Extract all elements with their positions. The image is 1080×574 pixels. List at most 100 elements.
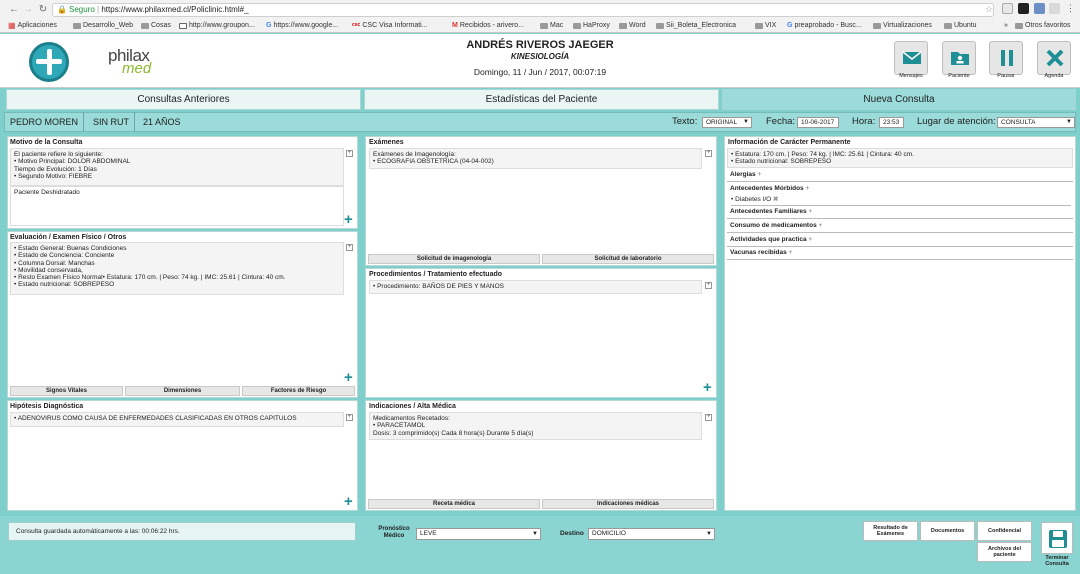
lugar-select[interactable]: CONSULTA ▼ — [997, 117, 1075, 128]
back-arrow-icon[interactable]: ← — [8, 3, 20, 16]
remove-icon[interactable]: ✖ — [773, 196, 778, 203]
bookmark-apps[interactable]: ▦ Aplicaciones — [8, 19, 57, 32]
section-consumo-medicamentos[interactable]: Consumo de medicamentos + — [727, 220, 1073, 233]
ext-icon[interactable] — [1018, 3, 1029, 14]
add-evaluacion-icon[interactable]: + — [344, 370, 353, 385]
other-favorites[interactable]: Otros favoritos — [1015, 19, 1071, 32]
messages-button[interactable] — [894, 41, 928, 75]
bookmark-item[interactable]: Word — [619, 19, 646, 32]
expand-icon[interactable]: + — [346, 244, 353, 251]
info-permanente-text[interactable]: • Estatura: 170 cm. | Peso: 74 kg. | IMC… — [727, 148, 1073, 168]
indicaciones-text[interactable]: Medicamentos Recetados: • PARACETAMOL Do… — [369, 412, 702, 440]
receta-medica-button[interactable]: Receta médica — [368, 499, 540, 509]
add-icon[interactable]: + — [808, 208, 812, 215]
chevron-down-icon: ▼ — [1066, 119, 1072, 125]
reload-icon[interactable]: ↻ — [37, 3, 49, 16]
chevron-down-icon: ▼ — [743, 119, 749, 125]
motivo-text[interactable]: El paciente refiere lo siguiente: • Moti… — [10, 148, 344, 186]
bookmark-item[interactable]: csc CSC Visa Informati... — [352, 19, 428, 32]
bookmark-item[interactable]: Mac — [540, 19, 563, 32]
patient-button[interactable] — [942, 41, 976, 75]
bookmark-item[interactable]: Cosas — [141, 19, 171, 32]
procedimientos-text[interactable]: • Procedimiento: BAÑOS DE PIES Y MANOS — [369, 280, 702, 294]
expand-icon[interactable]: + — [705, 414, 712, 421]
bookmark-item[interactable]: Ubuntu — [944, 19, 977, 32]
dimensiones-button[interactable]: Dimensiones — [125, 386, 240, 396]
pronostico-select[interactable]: LEVE ▼ — [416, 528, 541, 540]
expand-icon[interactable]: + — [705, 282, 712, 289]
evaluacion-text[interactable]: • Estado General: Buenas Condiciones • E… — [10, 242, 344, 295]
ext-icon[interactable] — [1002, 3, 1013, 14]
bookmark-item[interactable]: Gpreaprobado - Busc... — [787, 19, 862, 32]
section-alergias[interactable]: Alergias + — [727, 169, 1073, 182]
documentos-button[interactable]: Documentos — [920, 521, 975, 541]
section-antecedentes-morbidos[interactable]: Antecedentes Mórbidos + — [727, 183, 1073, 195]
archivos-paciente-button[interactable]: Archivos del paciente — [977, 542, 1032, 562]
bookmark-item[interactable]: Ghttps://www.google... — [266, 19, 338, 32]
bookmark-item[interactable]: Virtualizaciones — [873, 19, 932, 32]
hipotesis-text[interactable]: • ADENOVIRUS COMO CAUSA DE ENFERMEDADES … — [10, 412, 344, 427]
bookmark-item[interactable]: HaProxy — [573, 19, 610, 32]
bookmark-item[interactable]: VIX — [755, 19, 776, 32]
section-antecedentes-familiares[interactable]: Antecedentes Familiares + — [727, 206, 1073, 219]
bookmark-item[interactable]: Desarrollo_Web — [73, 19, 133, 32]
signos-vitales-button[interactable]: Signos Vitales — [10, 386, 123, 396]
texto-select[interactable]: ORIGINAL ▼ — [702, 117, 752, 128]
section-label: Consumo de medicamentos — [730, 222, 817, 229]
add-procedimiento-icon[interactable]: + — [703, 380, 712, 395]
confidencial-button[interactable]: Confidencial — [977, 521, 1032, 541]
tab-consultas-anteriores[interactable]: Consultas Anteriores — [6, 89, 361, 110]
expand-icon[interactable]: + — [346, 150, 353, 157]
morbidos-item: • Diabetes I/O ✖ — [731, 195, 1071, 206]
add-icon[interactable]: + — [789, 249, 793, 256]
bookmark-item[interactable]: M Recibidos - arivero... — [452, 19, 524, 32]
motivo-title: Motivo de la Consulta — [10, 139, 83, 146]
bookmark-label: Virtualizaciones — [883, 22, 932, 29]
add-icon[interactable]: + — [819, 222, 823, 229]
forward-arrow-icon[interactable]: → — [22, 3, 34, 16]
factores-riesgo-button[interactable]: Factores de Riesgo — [242, 386, 355, 396]
ext-icon[interactable] — [1049, 3, 1060, 14]
google-icon: G — [266, 22, 272, 29]
address-bar[interactable]: 🔒 Seguro | https://www.philaxmed.cl/Poli… — [52, 3, 994, 17]
solicitud-imagenologia-button[interactable]: Solicitud de imagenología — [368, 254, 540, 264]
bookmark-item[interactable]: http://www.groupon... — [179, 19, 255, 32]
add-motivo-icon[interactable]: + — [344, 212, 353, 227]
hora-field[interactable]: 23:53 — [879, 117, 904, 128]
motivo-note[interactable]: Paciente Deshidratado — [10, 186, 344, 226]
expand-icon[interactable]: + — [346, 414, 353, 421]
fecha-field[interactable]: 10-06-2017 — [797, 117, 839, 128]
terminar-consulta-button[interactable] — [1041, 522, 1073, 554]
tab-estadisticas[interactable]: Estadísticas del Paciente — [364, 89, 719, 110]
add-icon[interactable]: + — [806, 185, 810, 192]
documentos-label: Documentos — [930, 528, 965, 534]
folder-icon — [1015, 22, 1023, 29]
indicaciones-medicas-button[interactable]: Indicaciones médicas — [542, 499, 714, 509]
add-icon[interactable]: + — [757, 171, 761, 178]
tab-nueva-consulta[interactable]: Nueva Consulta — [722, 89, 1076, 110]
solicitud-laboratorio-button[interactable]: Solicitud de laboratorio — [542, 254, 714, 264]
bookmark-label: Sii_Boleta_Electronica — [666, 22, 737, 29]
ext-icon[interactable] — [1034, 3, 1045, 14]
expand-icon[interactable]: + — [705, 150, 712, 157]
add-icon[interactable]: + — [808, 236, 812, 243]
resultado-examenes-button[interactable]: Resultado de Exámenes — [863, 521, 918, 541]
folder-icon — [573, 22, 581, 29]
bookmark-item[interactable]: Sii_Boleta_Electronica — [656, 19, 736, 32]
pause-label: Pausar — [997, 73, 1015, 79]
section-vacunas[interactable]: Vacunas recibidas + — [727, 247, 1073, 260]
bookmark-label: http://www.groupon... — [189, 22, 255, 29]
bookmark-label: Cosas — [151, 22, 171, 29]
menu-dots-icon[interactable]: ⋮ — [1066, 3, 1075, 14]
destino-select[interactable]: DOMICILIO ▼ — [588, 528, 715, 540]
section-label: Vacunas recibidas — [730, 249, 787, 256]
pause-button[interactable] — [989, 41, 1023, 75]
examenes-text[interactable]: Exámenes de Imagenología: • ECOGRAFIA OB… — [369, 148, 702, 169]
star-icon[interactable]: ☆ — [985, 4, 993, 15]
section-actividades[interactable]: Actividades que practica + — [727, 234, 1073, 247]
terminar-consulta-label: Terminar Consulta — [1036, 555, 1078, 567]
agenda-button[interactable] — [1037, 41, 1071, 75]
folder-icon — [540, 22, 548, 29]
more-bookmarks[interactable]: » — [1004, 19, 1008, 32]
add-hipotesis-icon[interactable]: + — [344, 494, 353, 509]
